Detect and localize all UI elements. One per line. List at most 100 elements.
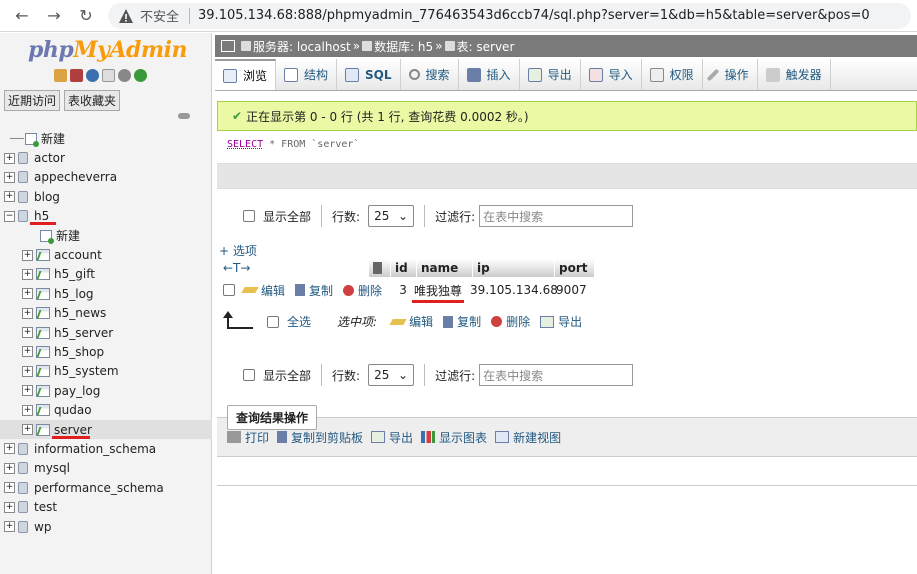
tree-db-wp[interactable]: + wp [0, 517, 212, 536]
reload-icon[interactable]: ↻ [76, 6, 96, 26]
tree-h5-new-table[interactable]: 新建 [0, 226, 212, 245]
tab-sql[interactable]: SQL [337, 59, 401, 90]
expand-icon[interactable]: + [22, 307, 33, 319]
expand-icon[interactable]: + [4, 462, 15, 474]
expand-icon[interactable]: + [22, 404, 33, 416]
expand-icon[interactable]: + [4, 501, 15, 513]
back-arrow-icon[interactable]: ← [12, 6, 32, 26]
show-all-checkbox[interactable] [243, 210, 255, 222]
expand-icon[interactable]: + [22, 365, 33, 377]
docs-icon[interactable] [102, 69, 115, 82]
column-port[interactable]: port [555, 259, 595, 277]
collapse-icon[interactable]: − [4, 210, 15, 222]
expand-icon[interactable]: + [22, 288, 33, 300]
create-view-button[interactable]: 新建视图 [495, 429, 561, 446]
expand-icon[interactable]: + [22, 249, 33, 261]
expand-icon[interactable]: + [22, 385, 33, 397]
show-all-checkbox-bottom[interactable] [243, 369, 255, 381]
expand-icon[interactable]: + [4, 521, 15, 532]
breadcrumb-server[interactable]: 服务器: localhost [253, 38, 351, 55]
expand-icon[interactable]: + [22, 268, 33, 280]
breadcrumb-db[interactable]: 数据库: h5 [374, 38, 433, 55]
rows-select-bottom[interactable]: 25 ⌄ [368, 364, 415, 386]
tree-new-database[interactable]: 新建 [0, 129, 212, 148]
breadcrumb-table[interactable]: 表: server [457, 38, 515, 55]
options-link[interactable]: + 选项 [219, 242, 257, 259]
row-checkbox[interactable] [223, 284, 235, 296]
tree-table-account[interactable]: + account [0, 245, 212, 264]
bulk-export-button[interactable]: 导出 [540, 313, 582, 330]
tree-table-h5-gift[interactable]: + h5_gift [0, 265, 212, 284]
expand-icon[interactable]: + [4, 171, 15, 183]
tree-db-appecheverra[interactable]: + appecheverra [0, 168, 212, 187]
recent-button[interactable]: 近期访问 [4, 90, 61, 111]
print-button[interactable]: 打印 [227, 429, 269, 446]
tree-table-h5-news[interactable]: + h5_news [0, 304, 212, 323]
select-all-checkbox[interactable] [267, 315, 279, 328]
row-edit-button[interactable]: 编辑 [241, 282, 285, 299]
display-chart-button[interactable]: 显示图表 [421, 429, 487, 446]
help-icon[interactable] [86, 69, 99, 82]
row-copy-button[interactable]: 复制 [295, 282, 333, 299]
column-name[interactable]: name [417, 259, 473, 277]
tree-table-pay-log[interactable]: + pay_log [0, 381, 212, 400]
link-collapse-icon[interactable] [178, 113, 190, 119]
tab-privileges[interactable]: 权限 [642, 59, 703, 90]
sort-column[interactable] [369, 259, 391, 277]
url-text[interactable]: 39.105.134.68:888/phpmyadmin_776463543d6… [198, 8, 870, 23]
address-bar[interactable]: 不安全 39.105.134.68:888/phpmyadmin_7764635… [108, 2, 911, 29]
bulk-copy-button[interactable]: 复制 [443, 313, 481, 330]
favorites-button[interactable]: 表收藏夹 [64, 90, 121, 111]
tab-export[interactable]: 导出 [520, 59, 581, 90]
column-id[interactable]: id [391, 259, 417, 277]
cell-port[interactable]: 9007 [556, 283, 596, 297]
logout-icon[interactable] [70, 69, 83, 82]
tree-table-h5-server[interactable]: + h5_server [0, 323, 212, 342]
forward-arrow-icon[interactable]: → [44, 6, 64, 26]
tree-db-information-schema[interactable]: + information_schema [0, 439, 212, 458]
tree-table-h5-log[interactable]: + h5_log [0, 284, 212, 303]
tab-operations[interactable]: 操作 [703, 59, 758, 90]
bulk-delete-button[interactable]: 删除 [491, 313, 530, 330]
bulk-edit-button[interactable]: 编辑 [389, 313, 433, 330]
tab-insert[interactable]: 插入 [459, 59, 520, 90]
filter-rows-input-bottom[interactable]: 在表中搜索 [479, 364, 634, 386]
collapse-panel-icon[interactable] [221, 40, 235, 52]
cell-name[interactable]: 唯我独尊 [412, 282, 470, 303]
row-delete-button[interactable]: 删除 [343, 282, 382, 299]
expand-icon[interactable]: + [22, 346, 33, 358]
column-ip[interactable]: ip [473, 259, 555, 277]
export-button[interactable]: 导出 [371, 429, 413, 446]
tree-table-qudao[interactable]: + qudao [0, 400, 212, 419]
expand-icon[interactable]: + [4, 443, 15, 455]
tab-search[interactable]: 搜索 [401, 59, 459, 90]
expand-icon[interactable]: + [22, 424, 33, 436]
tree-db-blog[interactable]: + blog [0, 187, 212, 206]
tab-browse[interactable]: 浏览 [215, 59, 277, 90]
tree-table-h5-shop[interactable]: + h5_shop [0, 342, 212, 361]
rows-select[interactable]: 25 ⌄ [368, 205, 415, 227]
phpmyadmin-logo[interactable]: phpMyAdmin [28, 37, 187, 63]
filter-rows-input[interactable]: 在表中搜索 [479, 205, 634, 227]
tree-db-performance-schema[interactable]: + performance_schema [0, 478, 212, 497]
tree-table-h5-system[interactable]: + h5_system [0, 362, 212, 381]
tab-import[interactable]: 导入 [581, 59, 642, 90]
tree-table-server[interactable]: + server [0, 419, 212, 440]
tree-db-test[interactable]: + test [0, 497, 212, 516]
tree-db-mysql[interactable]: + mysql [0, 459, 212, 478]
home-icon[interactable] [54, 69, 67, 82]
cell-ip[interactable]: 39.105.134.68 [470, 283, 558, 297]
expand-icon[interactable]: + [4, 482, 15, 494]
copy-clipboard-button[interactable]: 复制到剪贴板 [277, 429, 363, 446]
cell-id[interactable]: 3 [392, 283, 414, 297]
expand-icon[interactable]: + [4, 152, 15, 164]
tab-structure[interactable]: 结构 [276, 59, 338, 90]
tree-db-actor[interactable]: + actor [0, 148, 212, 167]
tab-triggers[interactable]: 触发器 [758, 59, 831, 90]
expand-icon[interactable]: + [22, 327, 33, 339]
settings-gear-icon[interactable] [118, 69, 131, 82]
column-arrows[interactable]: ←T→ [219, 259, 369, 277]
tree-db-h5[interactable]: − h5 [0, 207, 212, 226]
reload-nav-icon[interactable] [134, 69, 147, 82]
expand-icon[interactable]: + [4, 191, 15, 203]
